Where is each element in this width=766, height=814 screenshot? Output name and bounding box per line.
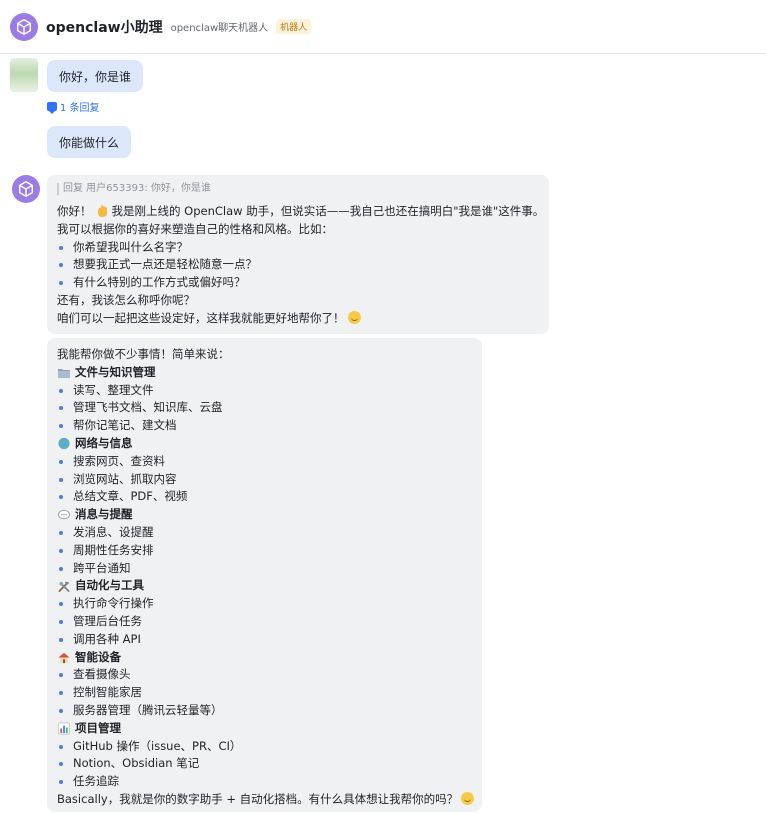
list-item: 读写、整理文件 [57,382,472,400]
chat-title[interactable]: openclaw小助理 [46,17,163,37]
intro-text: 我是刚上线的 OpenClaw 助手，但说实话——我自己也还在搞明白"我是谁"这… [111,204,545,218]
message-line: 还有，我该怎么称呼你呢？ [57,292,195,307]
message-line: 我能帮你做不少事情！简单来说： [57,347,230,361]
message-line: 我可以根据你的喜好来塑造自己的性格和风格。比如： [57,221,333,236]
tools-icon [58,581,70,592]
folder-icon [58,369,70,379]
list-item: 有什么特别的工作方式或偏好吗？ [57,274,539,292]
section-heading: 自动化与工具 [57,577,472,595]
list-item-text: 管理后台任务 [73,613,142,628]
section-title: 文件与知识管理 [75,364,156,379]
reply-count-label: 1 条回复 [60,103,100,114]
list-item-text: GitHub 操作（issue、PR、CI） [73,738,242,753]
list-item-text: 周期性任务安排 [73,542,154,557]
reply-quote[interactable]: 回复 用户653393: 你好，你是谁 [57,183,539,195]
smile-emoji-icon [347,310,361,324]
list-item: 控制智能家居 [57,684,472,702]
list-item-text: 搜索网页、查资料 [73,453,165,468]
list-item: 周期性任务安排 [57,542,472,560]
list-item: 管理飞书文档、知识库、云盘 [57,399,472,417]
section-heading: 智能设备 [57,649,472,667]
list-item-text: 调用各种 API [73,631,141,646]
list-item-text: 帮你记笔记、建文档 [73,418,177,433]
bot-message-bubble[interactable]: 回复 用户653393: 你好，你是谁 你好！ 我是刚上线的 OpenClaw 助… [47,175,549,334]
waving-hand-icon [97,205,107,217]
list-item-text: 你希望我叫什么名字？ [73,239,188,254]
bar-chart-icon [58,722,70,735]
list-item-text: 执行命令行操作 [73,596,154,611]
user-message-text: 你好，你是谁 [59,69,132,84]
list-item: GitHub 操作（issue、PR、CI） [57,738,472,756]
list-item: 任务追踪 [57,773,472,791]
section-title: 消息与提醒 [75,507,133,522]
list-item-text: 浏览网站、抓取内容 [73,471,177,486]
section-heading: 项目管理 [57,720,472,738]
section-heading: 网络与信息 [57,435,472,453]
chat-subtitle: openclaw聊天机器人 [170,23,269,34]
list-item-text: 查看摄像头 [73,667,131,682]
list-item: 浏览网站、抓取内容 [57,471,472,489]
message-line: Basically，我就是你的数字助手 + 自动化搭档。有什么具体想让我帮你的吗… [57,791,475,809]
user-message-bubble[interactable]: 你好，你是谁 [47,60,144,92]
list-item: 帮你记笔记、建文档 [57,417,472,435]
list-item: 查看摄像头 [57,666,472,684]
list-item-text: 管理飞书文档、知识库、云盘 [73,400,223,415]
section-title: 网络与信息 [75,435,133,450]
section-heading: 文件与知识管理 [57,364,472,382]
speech-bubble-icon [57,509,71,519]
list-item-text: 跨平台通知 [73,560,131,575]
closing-text: Basically，我就是你的数字助手 + 自动化搭档。有什么具体想让我帮你的吗… [57,791,459,806]
list-item-text: 服务器管理（腾讯云轻量等） [73,702,223,717]
list-item: 服务器管理（腾讯云轻量等） [57,702,472,720]
globe-icon [58,438,70,450]
bot-message-bubble[interactable]: 我能帮你做不少事情！简单来说： 文件与知识管理 读写、整理文件 管理飞书文档、知… [47,338,482,812]
user-message-text: 你能做什么 [59,135,120,150]
house-icon [58,652,70,664]
bot-badge: 机器人 [276,19,312,34]
list-item: 搜索网页、查资料 [57,453,472,471]
list-item: 执行命令行操作 [57,595,472,613]
list-item: 管理后台任务 [57,613,472,631]
section-title: 智能设备 [75,649,121,664]
smile-emoji-icon [461,791,475,805]
list-item: 跨平台通知 [57,560,472,578]
greeting-text: 你好！ [57,204,92,218]
section-title: 项目管理 [75,720,121,735]
user-message-bubble[interactable]: 你能做什么 [47,126,132,158]
section-title: 自动化与工具 [75,578,144,593]
user-avatar[interactable] [10,58,38,92]
list-item: 调用各种 API [57,631,472,649]
closing-text: 咱们可以一起把这些设定好，这样我就能更好地帮你了！ [57,310,345,325]
message-line: 咱们可以一起把这些设定好，这样我就能更好地帮你了！ [57,310,539,328]
list-item-text: 任务追踪 [73,774,119,789]
list-item-text: 总结文章、PDF、视频 [73,489,188,504]
list-item-text: 想要我正式一点还是轻松随意一点？ [73,257,257,272]
list-item-text: Notion、Obsidian 笔记 [73,756,200,771]
bot-avatar[interactable] [12,175,40,203]
list-item: 总结文章、PDF、视频 [57,488,472,506]
list-item: 你希望我叫什么名字？ [57,239,539,257]
list-item-text: 读写、整理文件 [73,382,154,397]
message-line: 你好！ 我是刚上线的 OpenClaw 助手，但说实话——我自己也还在搞明白"我是… [57,203,544,221]
list-item-text: 控制智能家居 [73,685,142,700]
bot-avatar[interactable] [10,12,38,41]
list-item: Notion、Obsidian 笔记 [57,755,472,773]
list-item: 想要我正式一点还是轻松随意一点？ [57,256,539,274]
list-item-text: 有什么特别的工作方式或偏好吗？ [73,275,246,290]
reply-count-link[interactable]: 1 条回复 [47,99,100,114]
comment-icon [47,102,57,114]
list-item-text: 发消息、设提醒 [73,524,154,539]
section-heading: 消息与提醒 [57,506,472,524]
list-item: 发消息、设提醒 [57,524,472,542]
cube-icon [18,181,34,197]
cube-icon [16,18,32,35]
chat-header: openclaw小助理 openclaw聊天机器人 机器人 [0,0,766,54]
